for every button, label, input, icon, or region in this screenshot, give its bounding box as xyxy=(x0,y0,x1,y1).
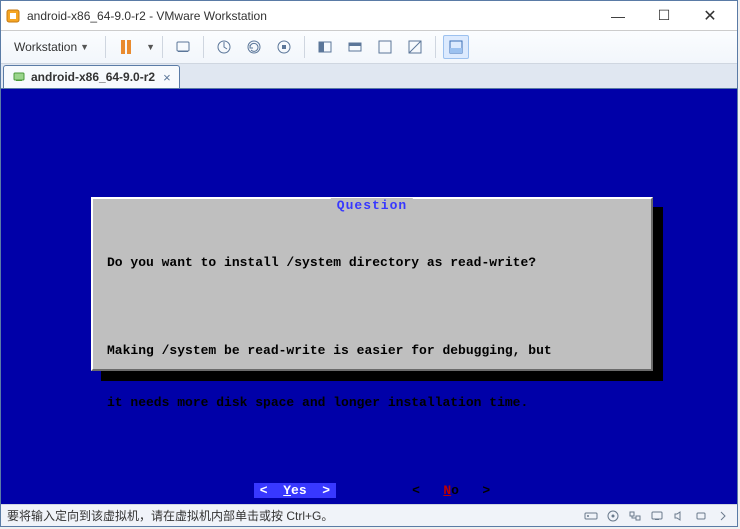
bracket-right: > xyxy=(482,483,490,498)
statusbar: 要将输入定向到该虚拟机，请在虚拟机内部单击或按 Ctrl+G。 xyxy=(1,504,737,526)
vm-tab[interactable]: android-x86_64-9.0-r2 × xyxy=(3,65,180,88)
dialog-line3: it needs more disk space and longer inst… xyxy=(107,394,637,412)
bracket-left: < xyxy=(412,483,420,498)
snapshot-manager-button[interactable] xyxy=(271,35,297,59)
titlebar: android-x86_64-9.0-r2 - VMware Workstati… xyxy=(1,1,737,31)
show-tabs-button[interactable] xyxy=(342,35,368,59)
no-rest: o xyxy=(451,483,459,498)
vm-tab-icon xyxy=(12,70,26,84)
dialog-title: Question xyxy=(331,198,413,213)
fullscreen-button[interactable] xyxy=(372,35,398,59)
bracket-left: < xyxy=(260,483,268,498)
thumbnail-bar-button[interactable] xyxy=(443,35,469,59)
snapshot-revert-button[interactable] xyxy=(241,35,267,59)
toolbar-separator xyxy=(105,36,106,58)
app-icon xyxy=(5,8,21,24)
toolbar-separator xyxy=(435,36,436,58)
yes-rest: es xyxy=(291,483,307,498)
snapshot-take-button[interactable] xyxy=(211,35,237,59)
maximize-button[interactable]: ☐ xyxy=(641,1,687,31)
no-u: N xyxy=(443,483,451,498)
display-status-icon[interactable] xyxy=(649,508,665,524)
app-window: android-x86_64-9.0-r2 - VMware Workstati… xyxy=(0,0,738,527)
network-status-icon[interactable] xyxy=(627,508,643,524)
dropdown-icon: ▼ xyxy=(80,42,89,52)
close-button[interactable]: ✕ xyxy=(687,1,733,31)
cd-status-icon[interactable] xyxy=(605,508,621,524)
no-button[interactable]: < No > xyxy=(412,483,490,498)
hdd-status-icon[interactable] xyxy=(583,508,599,524)
workstation-menu-button[interactable]: Workstation ▼ xyxy=(5,35,98,59)
unity-button[interactable] xyxy=(402,35,428,59)
yes-u: Y xyxy=(283,483,291,498)
status-icons xyxy=(583,508,731,524)
question-dialog: Question Do you want to install /system … xyxy=(91,197,653,371)
sound-status-icon[interactable] xyxy=(671,508,687,524)
show-console-button[interactable] xyxy=(312,35,338,59)
minimize-button[interactable]: — xyxy=(595,1,641,31)
tab-close-button[interactable]: × xyxy=(163,70,171,85)
pause-button[interactable] xyxy=(113,35,139,59)
pause-icon xyxy=(121,40,131,54)
toolbar-separator xyxy=(162,36,163,58)
dialog-line1: Do you want to install /system directory… xyxy=(107,254,637,272)
send-ctrl-alt-del-button[interactable] xyxy=(170,35,196,59)
bracket-right: > xyxy=(322,483,330,498)
dialog-body: Do you want to install /system directory… xyxy=(93,199,651,457)
toolbar: Workstation ▼ ▼ xyxy=(1,31,737,64)
status-chevron-icon[interactable] xyxy=(715,508,731,524)
dialog-buttons: < Yes > < No > xyxy=(93,483,651,498)
dialog-line2: Making /system be read-write is easier f… xyxy=(107,342,637,360)
vm-tab-label: android-x86_64-9.0-r2 xyxy=(31,70,155,84)
usb-status-icon[interactable] xyxy=(693,508,709,524)
status-text: 要将输入定向到该虚拟机，请在虚拟机内部单击或按 Ctrl+G。 xyxy=(7,507,583,524)
toolbar-separator xyxy=(304,36,305,58)
tab-row: android-x86_64-9.0-r2 × xyxy=(1,64,737,89)
window-title: android-x86_64-9.0-r2 - VMware Workstati… xyxy=(27,9,595,23)
dropdown-icon[interactable]: ▼ xyxy=(146,42,155,52)
yes-button[interactable]: < Yes > xyxy=(254,483,336,498)
toolbar-separator xyxy=(203,36,204,58)
workstation-menu-label: Workstation xyxy=(14,40,77,54)
vm-display[interactable]: Question Do you want to install /system … xyxy=(1,89,737,504)
